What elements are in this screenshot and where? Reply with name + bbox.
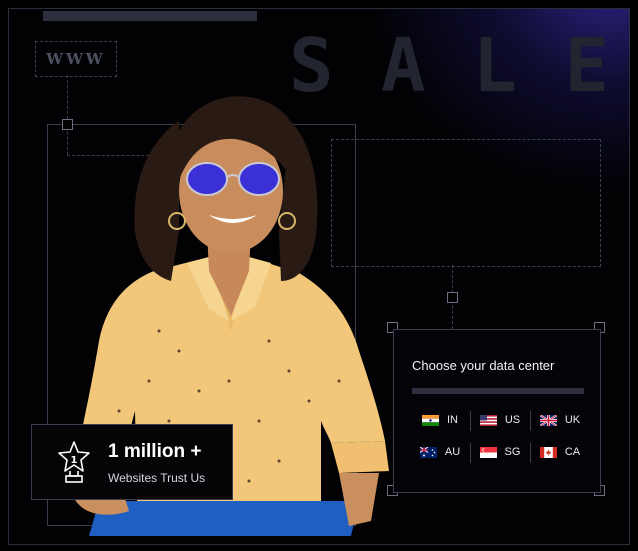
data-center-option-uk[interactable]: UK bbox=[530, 411, 590, 431]
sale-letter: L bbox=[472, 23, 518, 109]
data-center-divider bbox=[412, 388, 584, 394]
region-code: UK bbox=[564, 414, 581, 426]
region-code: IN bbox=[447, 414, 458, 426]
data-center-title: Choose your data center bbox=[412, 358, 555, 373]
data-center-row: AU SG CA bbox=[410, 443, 590, 463]
data-center-option-us[interactable]: US bbox=[470, 411, 530, 431]
trust-badge: 1 1 million + Websites Trust Us bbox=[31, 424, 233, 500]
trophy-number: 1 bbox=[71, 455, 78, 466]
trust-headline: 1 million + bbox=[108, 441, 202, 462]
data-center-option-ca[interactable]: CA bbox=[530, 443, 590, 463]
sunglasses-lens bbox=[238, 162, 280, 196]
top-placeholder-bar bbox=[43, 11, 257, 21]
blue-pants bbox=[89, 501, 359, 536]
www-label-box: WWW bbox=[35, 41, 117, 77]
uk-flag-icon bbox=[539, 414, 557, 426]
trophy-icon: 1 bbox=[58, 441, 90, 483]
www-label: WWW bbox=[46, 50, 106, 68]
data-center-option-sg[interactable]: SG bbox=[470, 443, 530, 463]
region-code: US bbox=[504, 414, 521, 426]
canada-flag-icon bbox=[539, 446, 557, 458]
sale-letter: E bbox=[564, 23, 609, 109]
data-center-card: Choose your data center IN US UK AU SG C… bbox=[393, 329, 601, 493]
australia-flag-icon bbox=[419, 446, 437, 458]
region-code: AU bbox=[444, 446, 461, 458]
corner-handle bbox=[447, 292, 458, 303]
region-code: SG bbox=[504, 446, 521, 458]
data-center-option-in[interactable]: IN bbox=[410, 414, 470, 426]
trust-subtext: Websites Trust Us bbox=[108, 471, 206, 485]
sunglasses-lens bbox=[186, 162, 228, 196]
hero-banner: WWW S A L E Choose your data center IN U… bbox=[8, 8, 630, 545]
data-center-row: IN US UK bbox=[410, 411, 590, 431]
data-center-option-au[interactable]: AU bbox=[410, 446, 470, 458]
india-flag-icon bbox=[422, 414, 439, 426]
singapore-flag-icon bbox=[479, 446, 497, 458]
usa-flag-icon bbox=[479, 414, 497, 426]
region-code: CA bbox=[564, 446, 581, 458]
